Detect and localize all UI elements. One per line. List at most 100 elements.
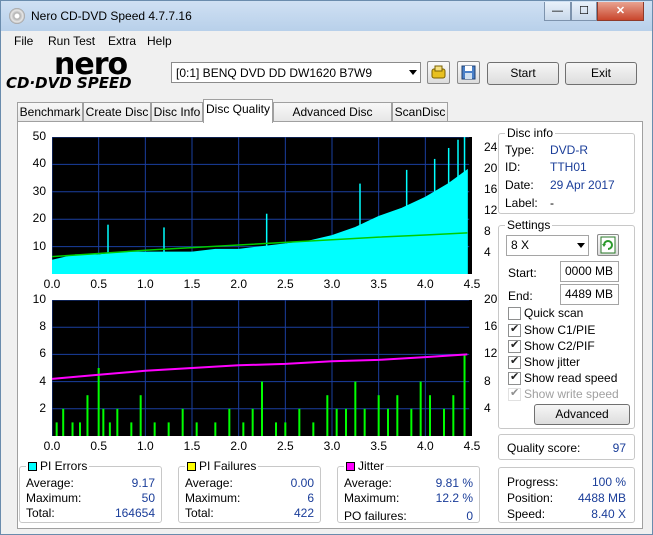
pi-failure-bar — [429, 395, 431, 436]
y-right-tick-label: 20 — [484, 292, 498, 306]
pi-errors-max: 50 — [141, 491, 155, 505]
logo-cddvd-text: CD·DVD SPEED — [6, 74, 132, 92]
y-right-tick-label: 8 — [484, 223, 491, 238]
show-jitter-checkbox[interactable] — [508, 354, 521, 369]
pi-failure-bar — [108, 422, 111, 436]
pi-failure-bar — [214, 422, 217, 436]
menu-run-test[interactable]: Run Test — [48, 34, 95, 48]
close-button[interactable]: ✕ — [597, 2, 644, 21]
pi-failure-bar — [130, 422, 133, 436]
pi-failure-bar — [139, 395, 142, 436]
x-tick-label: 4.0 — [416, 277, 434, 291]
y-left-tick-label: 8 — [39, 319, 46, 334]
position-label: Position: — [507, 491, 554, 505]
pi-failure-bar — [410, 408, 413, 436]
y-right-tick-label: 16 — [484, 181, 498, 196]
eject-button[interactable] — [427, 61, 450, 84]
tab-create-disc[interactable]: Create Disc — [83, 102, 151, 122]
pi-errors-title: PI Errors — [26, 459, 90, 473]
jitter-max-label: Maximum: — [344, 491, 400, 505]
pi-failures-max: 6 — [307, 491, 314, 505]
chart1-end-strip — [469, 137, 472, 274]
speed-select-value: 8 X — [511, 238, 530, 252]
show-write-speed-label: Show write speed — [524, 387, 619, 401]
pi-errors-title-text: PI Errors — [40, 459, 88, 473]
end-field[interactable]: 4489 MB — [560, 284, 619, 305]
disc-info-title: Disc info — [505, 126, 556, 140]
id-label: ID: — [505, 160, 521, 174]
menu-file[interactable]: File — [14, 34, 33, 48]
po-failures-value: 0 — [466, 509, 473, 523]
show-c1-checkbox[interactable] — [508, 322, 521, 337]
pi-failure-bar — [195, 422, 198, 436]
quick-scan-label: Quick scan — [524, 306, 584, 320]
pi-failure-bar — [463, 354, 466, 436]
tab-disc-quality[interactable]: Disc Quality — [203, 99, 273, 123]
pi-failure-bar — [153, 422, 156, 436]
show-read-speed-checkbox[interactable] — [508, 370, 521, 385]
pi-failures-total: 422 — [293, 506, 314, 520]
show-c2-checkbox[interactable] — [508, 338, 521, 353]
quality-score-value: 97 — [612, 441, 626, 455]
x-tick-label: 1.0 — [136, 439, 154, 453]
pi-errors-total: 164654 — [114, 506, 155, 520]
y-left-tick-label: 30 — [32, 183, 46, 198]
pi-failure-bar — [228, 408, 231, 436]
pi-failure-bar — [251, 408, 254, 436]
x-tick-label: 3.0 — [323, 277, 341, 291]
pi-failures-max-label: Maximum: — [185, 491, 241, 505]
window-title: Nero CD-DVD Speed 4.7.7.16 — [31, 9, 192, 23]
pi-failure-bar — [345, 408, 347, 436]
pi-errors-area — [52, 168, 468, 274]
show-write-speed-checkbox — [508, 386, 521, 401]
pi-failure-bar — [419, 381, 422, 436]
x-tick-label: 0.5 — [90, 277, 107, 291]
jitter-title-text: Jitter — [358, 459, 385, 473]
maximize-button[interactable]: ☐ — [571, 2, 597, 21]
pi-failure-bar — [261, 381, 263, 436]
date-value: 29 Apr 2017 — [550, 178, 615, 192]
pi-failure-bar — [298, 408, 301, 436]
end-label: End: — [508, 289, 533, 303]
tab-advanced-disc-quality[interactable]: Advanced Disc Quality — [273, 102, 392, 137]
drive-select[interactable]: [0:1] BENQ DVD DD DW1620 B7W9 — [171, 62, 421, 83]
y-right-tick-label: 4 — [484, 244, 491, 259]
exit-button[interactable]: Exit — [565, 62, 637, 85]
pi-failures-swatch — [187, 462, 196, 471]
y-left-tick-label: 4 — [39, 373, 46, 388]
show-c2-label: Show C2/PIF — [524, 339, 595, 353]
pi-failures-avg-label: Average: — [185, 476, 233, 490]
tab-disc-info[interactable]: Disc Info — [151, 102, 203, 122]
tab-scandisc[interactable]: ScanDisc — [392, 102, 448, 122]
pi-failure-bar — [354, 381, 357, 436]
app-window: Nero CD-DVD Speed 4.7.7.16 — ☐ ✕ File Ru… — [0, 0, 653, 535]
title-bar[interactable]: Nero CD-DVD Speed 4.7.7.16 — ☐ ✕ — [1, 1, 652, 31]
type-value: DVD-R — [550, 143, 588, 157]
minimize-button[interactable]: — — [544, 2, 571, 21]
pi-failures-chart — [52, 300, 472, 436]
disc-icon — [9, 8, 25, 24]
quick-scan-checkbox[interactable] — [508, 307, 521, 320]
quality-score-label: Quality score: — [507, 441, 581, 455]
pi-failure-bar — [335, 408, 338, 436]
x-tick-label: 2.0 — [230, 277, 247, 291]
pi-failure-bar — [86, 395, 89, 436]
disc-info-group: Disc info Type: DVD-R ID: TTH01 Date: 29… — [498, 126, 635, 214]
menu-extra[interactable]: Extra — [108, 34, 136, 48]
x-tick-label: 0.0 — [43, 439, 61, 453]
tab-benchmark[interactable]: Benchmark — [17, 102, 83, 122]
chart2-end-strip — [469, 300, 472, 436]
quality-score-group: Quality score: 97 — [498, 434, 635, 460]
pi-failure-bar — [116, 408, 119, 436]
pi-failure-bar — [167, 422, 170, 436]
jitter-avg-label: Average: — [344, 476, 392, 490]
refresh-speed-button[interactable] — [597, 234, 619, 256]
x-tick-label: 0.5 — [90, 439, 107, 453]
advanced-button[interactable]: Advanced — [534, 404, 630, 425]
menu-help[interactable]: Help — [147, 34, 172, 48]
save-button[interactable] — [457, 61, 480, 84]
start-field[interactable]: 0000 MB — [560, 261, 619, 282]
speed-select[interactable]: 8 X — [506, 235, 589, 256]
pi-failure-bar — [326, 395, 329, 436]
start-button[interactable]: Start — [487, 62, 559, 85]
